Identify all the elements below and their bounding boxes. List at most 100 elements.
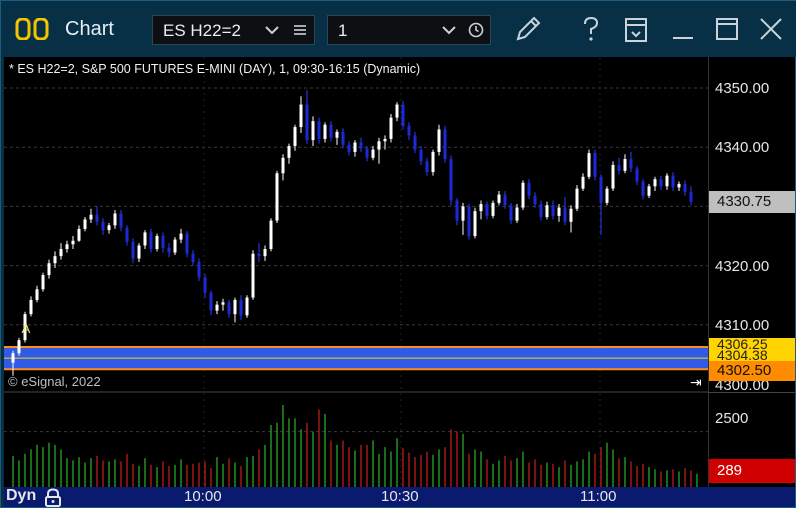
candle-body [53, 256, 57, 264]
candle-body [377, 141, 381, 150]
candle-body [413, 135, 417, 150]
candle-body [359, 142, 363, 149]
list-icon[interactable] [293, 23, 307, 37]
dynamic-mode-label: Dyn [6, 487, 37, 504]
band-mid-tag: 4304.38 [709, 350, 795, 361]
chart-plot-area[interactable]: A ⇥ * ES H22=2, S&P 500 FUTURES E-MINI (D… [4, 57, 708, 487]
volume-axis[interactable]: 2500 289 [708, 392, 795, 487]
candle-body [623, 159, 627, 171]
price-tick-label: 4320.00 [715, 258, 770, 275]
price-tick-label: 4340.00 [715, 139, 770, 156]
candle-body [467, 206, 471, 236]
price-chart-svg[interactable]: A⇥ [4, 57, 708, 487]
candle-body [329, 124, 333, 138]
maximize-icon[interactable] [709, 13, 745, 47]
candle-body [251, 253, 255, 298]
candle-body [119, 213, 123, 228]
candle-body [605, 188, 609, 203]
candle-body [101, 221, 105, 231]
candle-body [533, 195, 537, 205]
candle-body [233, 299, 237, 315]
candle-body [161, 236, 165, 248]
candle-body [311, 121, 315, 141]
candle-body [341, 131, 345, 145]
candle-body [683, 183, 687, 193]
candle-body [587, 153, 591, 177]
volume-tick-label: 2500 [715, 410, 749, 427]
candle-body [149, 232, 153, 250]
candle-body [155, 236, 159, 250]
candle-body [239, 299, 243, 316]
candle-body [521, 182, 525, 208]
candle-body [365, 148, 369, 158]
candle-body [503, 194, 507, 206]
candle-body [47, 263, 51, 276]
clock-icon[interactable] [468, 22, 484, 38]
lock-icon[interactable] [44, 488, 62, 507]
candle-body [677, 183, 681, 188]
minimize-icon[interactable] [665, 13, 701, 47]
pencil-icon[interactable] [509, 13, 545, 47]
candle-body [401, 104, 405, 126]
candle-body [389, 117, 393, 139]
candle-body [515, 207, 519, 221]
candle-body [581, 176, 585, 189]
price-tick-label: 4350.00 [715, 80, 770, 97]
candle-body [557, 207, 561, 216]
candle-body [41, 275, 45, 290]
candle-body [395, 104, 399, 118]
candle-body [17, 340, 21, 354]
candle-body [35, 289, 39, 300]
scroll-to-end-icon[interactable]: ⇥ [690, 375, 702, 391]
candle-body [479, 204, 483, 212]
candle-body [257, 253, 261, 257]
candle-body [641, 181, 645, 196]
candle-body [353, 142, 357, 152]
candle-body [485, 204, 489, 216]
candle-body [347, 144, 351, 152]
candle-body [509, 205, 513, 221]
candle-body [665, 175, 669, 187]
candle-body [167, 247, 171, 253]
interval-selector[interactable]: 1 [327, 15, 491, 45]
candle-body [11, 353, 15, 363]
symbol-description: * ES H22=2, S&P 500 FUTURES E-MINI (DAY)… [9, 62, 421, 76]
candle-body [137, 245, 141, 259]
event-marker-label: A [22, 321, 31, 336]
candle-body [179, 233, 183, 240]
app-logo-icon [15, 18, 49, 40]
price-axis[interactable]: 4350.00 4340.00 4320.00 4310.00 4300.00 … [708, 57, 795, 394]
candle-body [575, 188, 579, 209]
candle-body [275, 173, 279, 221]
symbol-value: ES H22=2 [163, 21, 241, 40]
close-icon[interactable] [753, 13, 789, 47]
candle-body [305, 104, 309, 141]
current-volume-tag: 289 [709, 459, 795, 483]
candle-body [491, 202, 495, 216]
candle-body [437, 129, 441, 152]
candle-body [419, 149, 423, 162]
candle-body [221, 302, 225, 305]
window-title: Chart [65, 18, 114, 40]
candle-body [71, 240, 75, 245]
time-tick-label: 11:00 [580, 488, 617, 505]
candle-body [143, 232, 147, 246]
candle-body [287, 146, 291, 158]
candle-body [407, 125, 411, 136]
time-axis[interactable]: Dyn 10:00 10:30 11:00 [4, 487, 795, 507]
chart-properties-icon[interactable] [618, 13, 654, 47]
candle-body [635, 168, 639, 182]
candle-body [83, 219, 87, 229]
symbol-selector[interactable]: ES H22=2 [152, 15, 315, 45]
candle-body [425, 161, 429, 173]
candle-body [209, 292, 213, 311]
candle-body [125, 227, 129, 242]
candle-body [185, 233, 189, 254]
candle-body [173, 239, 177, 253]
interval-value: 1 [338, 21, 348, 40]
candle-body [647, 186, 651, 196]
candle-body [323, 124, 327, 139]
help-icon[interactable] [573, 13, 609, 47]
current-price-tag: 4330.75 [709, 191, 795, 213]
copyright-label: © eSignal, 2022 [8, 374, 101, 389]
